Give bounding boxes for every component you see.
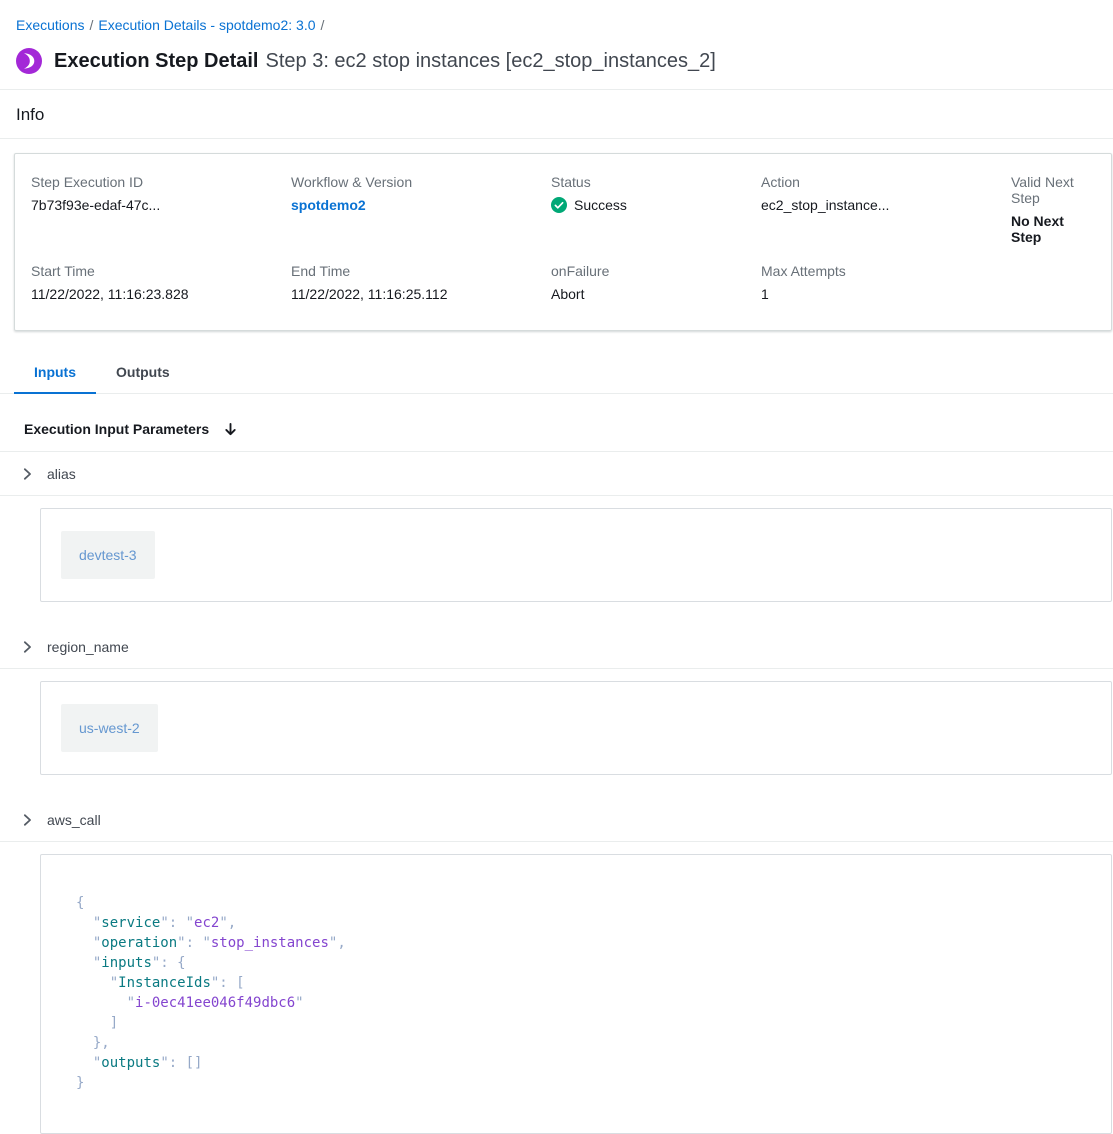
chevron-right-icon (20, 640, 34, 654)
info-heading: Info (0, 90, 1113, 138)
field-label: Workflow & Version (291, 174, 543, 190)
field-value: 11/22/2022, 11:16:23.828 (31, 286, 283, 302)
code-block: { "service": "ec2", "operation": "stop_i… (76, 893, 1091, 1093)
field-label: End Time (291, 263, 543, 279)
info-field-end-time: End Time 11/22/2022, 11:16:25.112 (291, 255, 551, 312)
params-header: Execution Input Parameters (0, 394, 1113, 451)
field-label: Step Execution ID (31, 174, 283, 190)
field-label: onFailure (551, 263, 753, 279)
field-label: Start Time (31, 263, 283, 279)
field-value: ec2_stop_instance... (761, 197, 1003, 213)
field-value: Abort (551, 286, 753, 302)
field-label: Valid Next Step (1011, 174, 1087, 206)
param-value-chip: us-west-2 (61, 704, 158, 752)
info-divider (0, 138, 1113, 139)
breadcrumb-separator: / (89, 17, 93, 33)
page-title-line: Execution Step Detail Step 3: ec2 stop in… (54, 48, 716, 74)
breadcrumb-separator: / (321, 17, 325, 33)
param-value-box-aws-call: { "service": "ec2", "operation": "stop_i… (40, 854, 1112, 1134)
info-field-onfailure: onFailure Abort (551, 255, 761, 312)
field-value: No Next Step (1011, 213, 1087, 245)
field-value: Success (551, 197, 753, 213)
expander-aws-call[interactable]: aws_call (0, 798, 1113, 841)
breadcrumb: Executions / Execution Details - spotdemo2… (0, 0, 1113, 33)
field-value: 11/22/2022, 11:16:25.112 (291, 286, 543, 302)
info-field-max-attempts: Max Attempts 1 (761, 255, 1011, 312)
param-value-box-region-name: us-west-2 (40, 681, 1112, 775)
tabs: Inputs Outputs (0, 353, 1113, 394)
info-field-valid-next-step: Valid Next Step No Next Step (1011, 166, 1095, 255)
tab-inputs[interactable]: Inputs (14, 353, 96, 394)
expander-divider (0, 668, 1113, 669)
field-label: Status (551, 174, 753, 190)
info-field-workflow-version: Workflow & Version spotdemo2 (291, 166, 551, 255)
expander-divider (0, 841, 1113, 842)
info-field-step-execution-id: Step Execution ID 7b73f93e-edaf-47c... (31, 166, 291, 255)
page-header: Execution Step Detail Step 3: ec2 stop in… (0, 33, 1113, 89)
workflow-link[interactable]: spotdemo2 (291, 197, 366, 213)
param-value-chip: devtest-3 (61, 531, 155, 579)
status-text: Success (574, 197, 627, 213)
field-value: 7b73f93e-edaf-47c... (31, 197, 283, 213)
info-field-start-time: Start Time 11/22/2022, 11:16:23.828 (31, 255, 291, 312)
field-value: 1 (761, 286, 1003, 302)
workflow-logo-icon (16, 48, 42, 74)
download-arrow-icon[interactable] (223, 422, 238, 437)
info-card: Step Execution ID 7b73f93e-edaf-47c... W… (14, 153, 1112, 331)
param-name: alias (47, 466, 76, 482)
field-value: spotdemo2 (291, 197, 543, 213)
param-value-box-alias: devtest-3 (40, 508, 1112, 602)
field-label: Action (761, 174, 1003, 190)
breadcrumb-execution-details-link[interactable]: Execution Details - spotdemo2: 3.0 (98, 17, 315, 33)
param-name: aws_call (47, 812, 101, 828)
chevron-right-icon (20, 467, 34, 481)
info-field-status: Status Success (551, 166, 761, 255)
expander-alias[interactable]: alias (0, 452, 1113, 495)
page-title: Execution Step Detail (54, 50, 259, 72)
breadcrumb-executions-link[interactable]: Executions (16, 17, 84, 33)
expander-region-name[interactable]: region_name (0, 625, 1113, 668)
param-name: region_name (47, 639, 129, 655)
success-check-icon (551, 197, 567, 213)
expander-divider (0, 495, 1113, 496)
page-subtitle: Step 3: ec2 stop instances [ec2_stop_ins… (266, 50, 716, 72)
info-field-action: Action ec2_stop_instance... (761, 166, 1011, 255)
tab-outputs[interactable]: Outputs (96, 353, 190, 393)
field-label: Max Attempts (761, 263, 1003, 279)
params-heading: Execution Input Parameters (24, 421, 209, 437)
chevron-right-icon (20, 813, 34, 827)
